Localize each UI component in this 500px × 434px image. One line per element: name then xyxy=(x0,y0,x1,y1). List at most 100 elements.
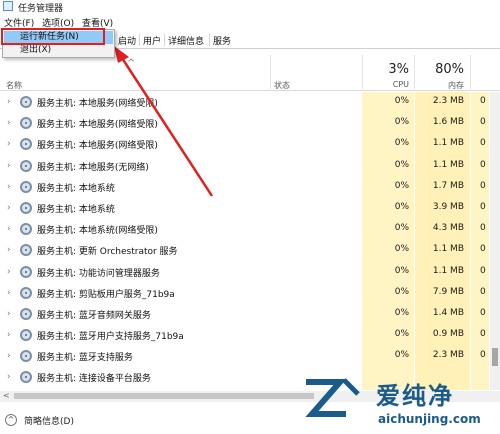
chevron-right-icon[interactable]: › xyxy=(7,182,11,192)
process-cpu: 0% xyxy=(394,223,409,234)
process-disk: 0 xyxy=(480,159,486,170)
process-disk: 0 xyxy=(480,265,486,276)
process-name: 服务主机: 本地服务(无网络) xyxy=(37,162,149,173)
process-memory: 7.9 MB xyxy=(432,286,464,297)
tab-divider xyxy=(139,34,140,46)
chevron-right-icon[interactable]: › xyxy=(7,224,11,234)
chevron-right-icon[interactable]: › xyxy=(7,309,11,319)
chevron-right-icon[interactable]: › xyxy=(7,97,11,107)
process-cpu: 0% xyxy=(394,350,409,361)
chevron-right-icon[interactable]: › xyxy=(7,288,11,298)
watermark-icon xyxy=(305,378,360,417)
process-disk: 0 xyxy=(480,244,486,255)
table-row[interactable]: › 服务主机: 本地系统 0% 1.7 MB 0 xyxy=(0,177,490,198)
annotation-highlight-box xyxy=(1,28,105,45)
table-row[interactable]: › 服务主机: 本地服务(无网络) 0% 1.1 MB 0 xyxy=(0,156,490,177)
process-disk: 0 xyxy=(480,180,486,191)
chevron-up-icon[interactable]: ^ xyxy=(5,414,17,426)
process-name: 服务主机: 本地系统 xyxy=(37,183,115,194)
chevron-right-icon[interactable]: › xyxy=(7,139,11,149)
column-separator[interactable] xyxy=(362,55,363,89)
tab-services[interactable]: 服务 xyxy=(213,34,231,47)
chevron-right-icon[interactable]: › xyxy=(7,203,11,213)
chevron-right-icon[interactable]: › xyxy=(7,118,11,128)
column-memory[interactable]: 内存 xyxy=(418,80,464,91)
process-disk: 0 xyxy=(480,329,486,340)
process-list: › 服务主机: 本地服务(网络受限) 0% 2.3 MB 0 › 服务主机: 本地服务(网… xyxy=(0,92,490,389)
gear-icon xyxy=(20,265,32,278)
process-memory: 1.1 MB xyxy=(432,138,464,149)
process-disk: 0 xyxy=(480,286,486,297)
task-manager-icon xyxy=(3,1,13,11)
watermark-url: aichunjing.com xyxy=(378,412,481,426)
window-title: 任务管理器 xyxy=(18,4,64,14)
watermark-text: 爱纯净 xyxy=(376,382,454,410)
chevron-right-icon[interactable]: › xyxy=(7,267,11,277)
vertical-scrollbar-thumb[interactable] xyxy=(492,348,498,366)
gear-icon xyxy=(20,286,32,299)
process-disk: 0 xyxy=(480,307,486,318)
chevron-right-icon[interactable]: › xyxy=(7,330,11,340)
table-row[interactable]: › 服务主机: 本地系统(网络受限) 0% 4.3 MB 0 xyxy=(0,219,490,240)
process-cpu: 0% xyxy=(394,117,409,128)
process-memory: 1.1 MB xyxy=(432,265,464,276)
process-name: 服务主机: 连接设备平台服务 xyxy=(37,374,151,385)
process-disk: 0 xyxy=(480,223,486,234)
chevron-right-icon[interactable]: › xyxy=(7,245,11,255)
table-row[interactable]: › 服务主机: 本地服务(网络受限) 0% 1.6 MB 0 xyxy=(0,113,490,134)
column-separator[interactable] xyxy=(470,55,471,89)
process-cpu: 0% xyxy=(394,286,409,297)
process-cpu: 0% xyxy=(394,96,409,106)
process-cpu: 0% xyxy=(394,138,409,149)
table-row[interactable]: › 服务主机: 蓝牙音频网关服务 0% 1.4 MB 0 xyxy=(0,304,490,325)
horizontal-scrollbar-thumb[interactable] xyxy=(14,393,314,399)
scroll-left-icon[interactable]: < xyxy=(3,391,10,400)
gear-icon xyxy=(20,159,32,172)
tab-details[interactable]: 详细信息 xyxy=(168,34,204,47)
table-row[interactable]: › 服务主机: 蓝牙用户支持服务_71b9a 0% 0.9 MB 0 xyxy=(0,325,490,346)
table-row[interactable]: › 服务主机: 更新 Orchestrator 服务 0% 1.1 MB 0 xyxy=(0,240,490,261)
gear-icon xyxy=(20,244,32,257)
process-memory: 2.3 MB xyxy=(432,350,464,361)
chevron-right-icon[interactable]: › xyxy=(7,372,11,382)
column-separator[interactable] xyxy=(270,55,271,89)
watermark-logo: 爱纯净 aichunjing.com xyxy=(300,374,500,434)
process-name: 服务主机: 本地系统 xyxy=(37,204,115,215)
process-memory: 2.3 MB xyxy=(432,96,464,106)
column-separator[interactable] xyxy=(414,55,415,89)
vertical-scrollbar[interactable] xyxy=(490,92,500,390)
table-row[interactable]: › 服务主机: 剪贴板用户服务_71b9a 0% 7.9 MB 0 xyxy=(0,283,490,304)
process-disk: 0 xyxy=(480,201,486,212)
process-cpu: 0% xyxy=(394,201,409,212)
gear-icon xyxy=(20,223,32,236)
process-disk: 0 xyxy=(480,117,486,128)
table-row[interactable]: › 服务主机: 本地服务(网络受限) 0% 1.1 MB 0 xyxy=(0,134,490,155)
table-row[interactable]: › 服务主机: 本地服务(网络受限) 0% 2.3 MB 0 xyxy=(0,92,490,113)
column-cpu[interactable]: CPU xyxy=(365,80,409,89)
column-name[interactable]: 名称 xyxy=(6,80,22,91)
chevron-right-icon[interactable]: › xyxy=(7,351,11,361)
process-name: 服务主机: 本地服务(网络受限) xyxy=(37,99,158,109)
cpu-total[interactable]: 3% xyxy=(365,62,409,77)
tab-divider xyxy=(209,34,210,46)
gear-icon xyxy=(20,180,32,193)
process-memory: 1.7 MB xyxy=(432,180,464,191)
process-memory: 1.1 MB xyxy=(432,244,464,255)
tab-users[interactable]: 用户 xyxy=(143,34,161,47)
process-memory: 1.1 MB xyxy=(432,159,464,170)
table-row[interactable]: › 服务主机: 蓝牙支持服务 0% 2.3 MB 0 xyxy=(0,346,490,367)
table-row[interactable]: › 服务主机: 本地系统 0% 3.9 MB 0 xyxy=(0,198,490,219)
process-name: 服务主机: 蓝牙支持服务 xyxy=(37,353,133,364)
process-name: 服务主机: 本地系统(网络受限) xyxy=(37,226,158,237)
column-status[interactable]: 状态 xyxy=(274,80,290,91)
fewer-details-button[interactable]: 简略信息(D) xyxy=(24,414,74,427)
table-row[interactable]: › 服务主机: 功能访问管理器服务 0% 1.1 MB 0 xyxy=(0,262,490,283)
exit-item[interactable]: 退出(X) xyxy=(4,44,113,57)
chevron-right-icon[interactable]: › xyxy=(7,161,11,171)
process-disk: 0 xyxy=(480,96,486,106)
gear-icon xyxy=(20,138,32,151)
process-cpu: 0% xyxy=(394,159,409,170)
memory-total[interactable]: 80% xyxy=(418,62,464,77)
tab-divider xyxy=(164,34,165,46)
tab-startup[interactable]: 启动 xyxy=(118,34,136,47)
